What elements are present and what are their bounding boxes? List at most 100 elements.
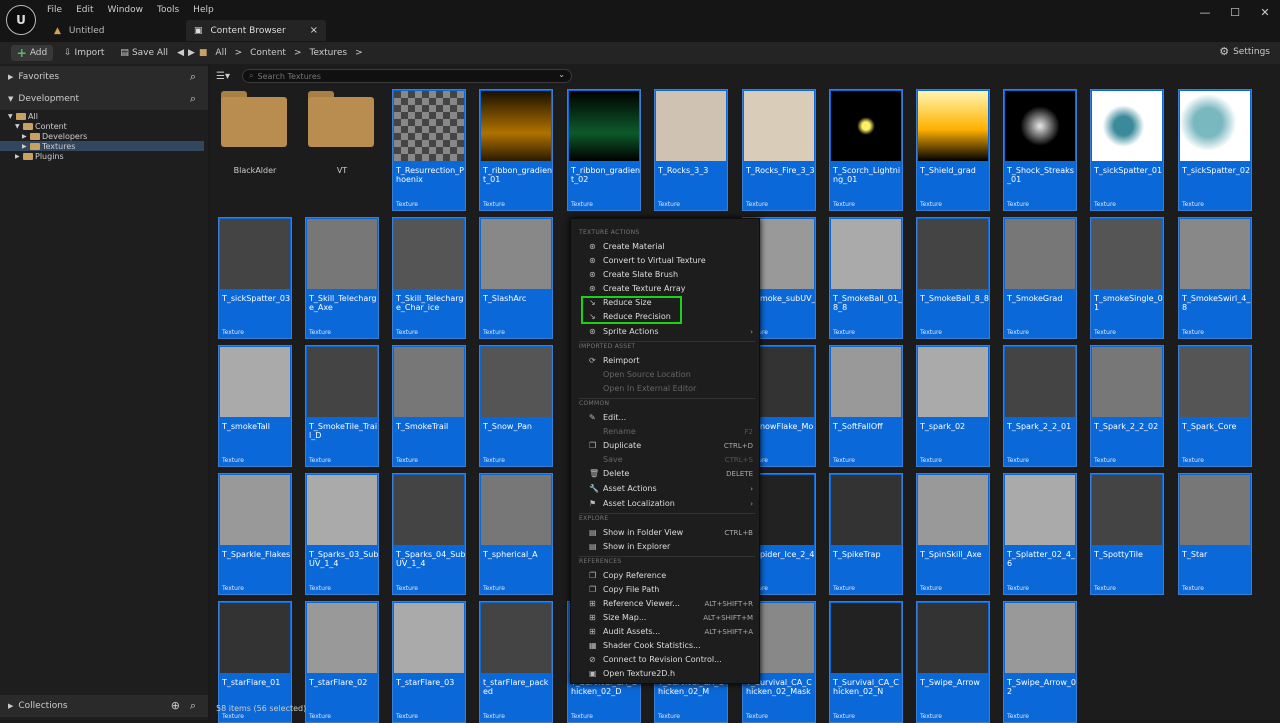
asset-tile[interactable]: T_SmokeSwirl_4_8 Texture [1178, 217, 1252, 339]
reimport-item[interactable]: ⟳ Reimport [571, 354, 759, 367]
close-window-icon[interactable]: ✕ [1250, 0, 1280, 26]
create-material-item[interactable]: ⊛ Create Material [571, 240, 759, 253]
settings-button[interactable]: ⚙ Settings [1219, 45, 1270, 58]
search-box[interactable]: ⌕ ⌄ [242, 69, 572, 83]
search-icon[interactable]: ⌕ [190, 70, 196, 84]
reference-viewer-item[interactable]: ⊞ Reference Viewer... ALT+SHIFT+R [571, 597, 759, 610]
asset-tile[interactable]: T_Skill_Telecharge_Axe Texture [305, 217, 379, 339]
show-explorer-item[interactable]: ▤ Show in Explorer [571, 540, 759, 553]
create-texture-array-item[interactable]: ⊛ Create Texture Array [571, 282, 759, 295]
tree-item-all[interactable]: ▼ All [0, 111, 208, 121]
folder-blackalder[interactable]: BlackAlder [218, 89, 292, 211]
menu-help[interactable]: Help [186, 2, 221, 18]
duplicate-item[interactable]: ❐ Duplicate CTRL+D [571, 439, 759, 452]
search-icon[interactable]: ⌕ [190, 699, 196, 713]
favorites-header[interactable]: ▶ Favorites ⌕ [0, 66, 208, 88]
asset-tile[interactable]: T_Swipe_Arrow_02 Texture [1003, 601, 1077, 723]
add-button[interactable]: + Add [11, 45, 53, 61]
show-folder-view-item[interactable]: ▤ Show in Folder View CTRL+B [571, 526, 759, 539]
tree-item-content[interactable]: ▼ Content [0, 121, 208, 131]
copy-file-path-item[interactable]: ❐ Copy File Path [571, 583, 759, 596]
copy-reference-item[interactable]: ❐ Copy Reference [571, 569, 759, 582]
asset-tile[interactable]: T_starFlare_02 Texture [305, 601, 379, 723]
folder-vt[interactable]: VT [305, 89, 379, 211]
menu-tools[interactable]: Tools [150, 2, 186, 18]
asset-tile[interactable]: T_SmokeGrad Texture [1003, 217, 1077, 339]
asset-tile[interactable]: T_Sparkle_Flakes Texture [218, 473, 292, 595]
unreal-logo-icon[interactable]: U [6, 5, 36, 35]
minimize-icon[interactable]: — [1190, 0, 1220, 26]
convert-vt-item[interactable]: ⊛ Convert to Virtual Texture [571, 254, 759, 267]
add-collection-icon[interactable]: ⊕ [171, 699, 180, 712]
asset-tile[interactable]: T_Splatter_02_4_6 Texture [1003, 473, 1077, 595]
asset-tile[interactable]: T_SmokeTile_Trail_D Texture [305, 345, 379, 467]
asset-tile[interactable]: T_Rocks_Fire_3_3 Texture [742, 89, 816, 211]
folder-button[interactable]: ■ [197, 45, 210, 61]
tree-item-textures[interactable]: ▶ Textures [0, 141, 204, 151]
rename-item[interactable]: Rename F2 [571, 425, 759, 438]
asset-tile[interactable]: T_smokeSingle_01 Texture [1090, 217, 1164, 339]
asset-tile[interactable]: T_Survival_CA_Chicken_02_N Texture [829, 601, 903, 723]
open-texture2d-item[interactable]: ▣ Open Texture2D.h [571, 667, 759, 680]
breadcrumb-all[interactable]: All [215, 48, 226, 58]
forward-button[interactable]: ▶ [186, 45, 197, 61]
search-icon[interactable]: ⌕ [190, 92, 196, 106]
development-header[interactable]: ▼ Development ⌕ [0, 88, 208, 110]
asset-localization-item[interactable]: ⚑ Asset Localization › [571, 497, 759, 510]
asset-tile[interactable]: T_Spark_2_2_01 Texture [1003, 345, 1077, 467]
shader-cook-stats-item[interactable]: ▦ Shader Cook Statistics... [571, 639, 759, 652]
menu-file[interactable]: File [40, 2, 69, 18]
asset-tile[interactable]: T_Snow_Pan Texture [479, 345, 553, 467]
import-button[interactable]: ⇩ Import [59, 45, 109, 61]
breadcrumb-textures[interactable]: Textures [309, 48, 347, 58]
asset-tile[interactable]: T_sickSpatter_03 Texture [218, 217, 292, 339]
asset-tile[interactable]: T_sickSpatter_02 Texture [1178, 89, 1252, 211]
asset-tile[interactable]: T_Spark_Core Texture [1178, 345, 1252, 467]
filter-icon[interactable]: ☰▾ [216, 71, 242, 82]
tab-content-browser[interactable]: ▣ Content Browser × [186, 20, 326, 41]
asset-tile[interactable]: T_starFlare_03 Texture [392, 601, 466, 723]
open-source-location-item[interactable]: Open Source Location [571, 368, 759, 381]
breadcrumb-separator[interactable]: > [235, 48, 243, 58]
asset-tile[interactable]: T_spherical_A Texture [479, 473, 553, 595]
asset-actions-item[interactable]: 🔧 Asset Actions › [571, 482, 759, 495]
sprite-actions-item[interactable]: ⊛ Sprite Actions › [571, 325, 759, 338]
audit-assets-item[interactable]: ⊞ Audit Assets... ALT+SHIFT+A [571, 625, 759, 638]
asset-tile[interactable]: T_Spark_2_2_02 Texture [1090, 345, 1164, 467]
asset-tile[interactable]: T_Sparks_03_SubUV_1_4 Texture [305, 473, 379, 595]
save-item[interactable]: Save CTRL+S [571, 453, 759, 466]
asset-tile[interactable]: T_SpottyTile Texture [1090, 473, 1164, 595]
breadcrumb-separator[interactable]: > [294, 48, 302, 58]
asset-tile[interactable]: T_Skill_Telecharge_Char_ice Texture [392, 217, 466, 339]
asset-tile[interactable]: T_SmokeBall_01_8_8 Texture [829, 217, 903, 339]
asset-tile[interactable]: T_spark_02 Texture [916, 345, 990, 467]
edit-item[interactable]: ✎ Edit... [571, 411, 759, 424]
breadcrumb-separator[interactable]: > [355, 48, 363, 58]
asset-tile[interactable]: T_Resurrection_Phoenix Texture [392, 89, 466, 211]
maximize-icon[interactable]: ☐ [1220, 0, 1250, 26]
menu-edit[interactable]: Edit [69, 2, 100, 18]
asset-tile[interactable]: T_Sparks_04_SubUV_1_4 Texture [392, 473, 466, 595]
asset-tile[interactable]: T_SpikeTrap Texture [829, 473, 903, 595]
menu-window[interactable]: Window [101, 2, 151, 18]
asset-tile[interactable]: T_Scorch_Lightning_01 Texture [829, 89, 903, 211]
save-all-button[interactable]: ▤ Save All [115, 45, 173, 61]
tab-untitled[interactable]: ▲ Untitled [44, 20, 184, 41]
collections-header[interactable]: ▶ Collections ⊕ ⌕ [0, 695, 208, 717]
asset-tile[interactable]: T_Rocks_3_3 Texture [654, 89, 728, 211]
delete-item[interactable]: 🗑 Delete DELETE [571, 467, 759, 480]
asset-tile[interactable]: T_Star Texture [1178, 473, 1252, 595]
asset-tile[interactable]: T_SmokeTrail Texture [392, 345, 466, 467]
search-input[interactable] [257, 71, 548, 81]
asset-tile[interactable]: T_smokeTall Texture [218, 345, 292, 467]
asset-tile[interactable]: T_SlashArc Texture [479, 217, 553, 339]
create-slate-brush-item[interactable]: ⊛ Create Slate Brush [571, 268, 759, 281]
asset-tile[interactable]: T_SmokeBall_8_8 Texture [916, 217, 990, 339]
asset-tile[interactable]: T_SpinSkill_Axe Texture [916, 473, 990, 595]
size-map-item[interactable]: ⊞ Size Map... ALT+SHIFT+M [571, 611, 759, 624]
back-button[interactable]: ◀ [175, 45, 186, 61]
asset-tile[interactable]: t_starFlare_packed Texture [479, 601, 553, 723]
open-external-editor-item[interactable]: Open In External Editor [571, 382, 759, 395]
asset-tile[interactable]: T_sickSpatter_01 Texture [1090, 89, 1164, 211]
close-tab-icon[interactable]: × [310, 25, 318, 36]
